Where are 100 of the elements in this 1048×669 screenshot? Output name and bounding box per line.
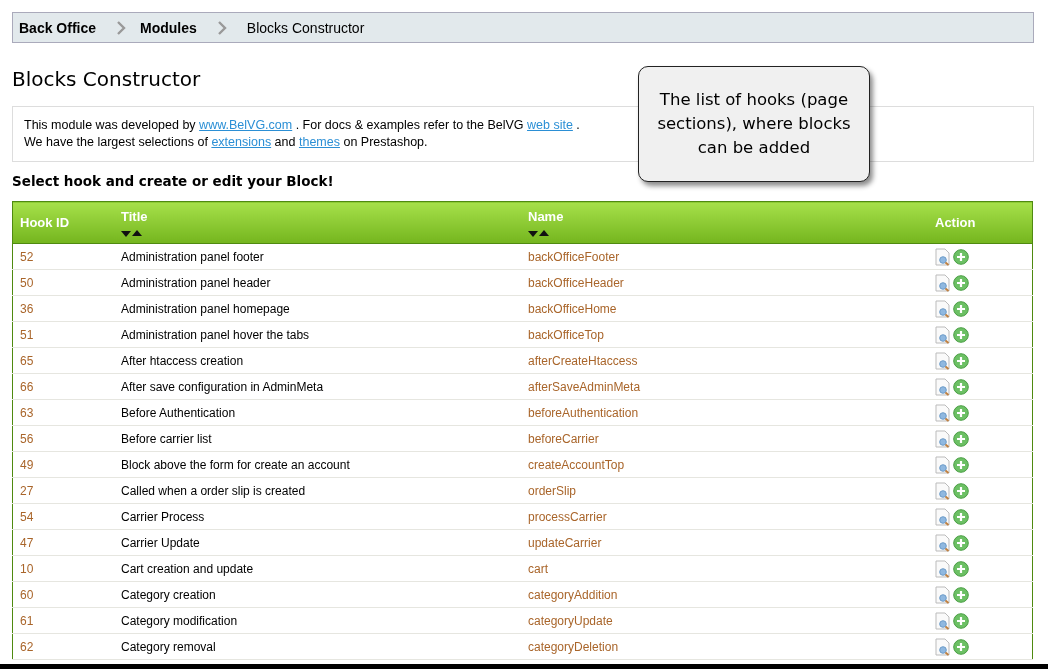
text-link[interactable]: themes — [298, 135, 340, 149]
view-button[interactable] — [935, 507, 951, 526]
add-button[interactable] — [953, 274, 969, 291]
view-button[interactable] — [935, 585, 951, 604]
view-button[interactable] — [935, 377, 951, 396]
table-cell: backOfficeHeader — [520, 269, 927, 296]
table-cell: 62 — [12, 633, 113, 660]
info-text: This module was developed by www.BelVG.com . For docs & examples refer to the BelVG web site . — [24, 117, 580, 134]
add-button[interactable] — [953, 300, 969, 317]
table-cell: cart — [520, 555, 927, 582]
table-cell: 60 — [12, 581, 113, 608]
table-cell: 49 — [12, 451, 113, 478]
plus-circle-icon — [953, 274, 969, 291]
view-button[interactable] — [935, 559, 951, 578]
add-button[interactable] — [953, 404, 969, 421]
table-cell: 54 — [12, 503, 113, 530]
chevron-icon — [216, 20, 227, 35]
plus-circle-icon — [953, 508, 969, 525]
plus-circle-icon — [953, 638, 969, 655]
add-button[interactable] — [953, 560, 969, 577]
document-magnifier-icon — [935, 585, 951, 604]
table-cell: categoryDeletion — [520, 633, 927, 660]
table-cell: orderSlip — [520, 477, 927, 504]
table-cell: Administration panel homepage — [113, 295, 520, 322]
breadcrumb-link[interactable]: Modules — [140, 19, 197, 36]
add-button[interactable] — [953, 352, 969, 369]
plus-circle-icon — [953, 248, 969, 265]
add-button[interactable] — [953, 534, 969, 551]
table-cell: 51 — [12, 321, 113, 348]
document-magnifier-icon — [935, 507, 951, 526]
sort-up-icon — [539, 229, 549, 237]
plus-circle-icon — [953, 534, 969, 551]
document-magnifier-icon — [935, 273, 951, 292]
table-cell: Block above the form for create an account — [113, 451, 520, 478]
view-button[interactable] — [935, 325, 951, 344]
table-cell: Cart creation and update — [113, 555, 520, 582]
chevron-icon — [116, 20, 127, 35]
table-cell: beforeAuthentication — [520, 399, 927, 426]
sort-up-icon — [132, 229, 142, 237]
add-button[interactable] — [953, 638, 969, 655]
add-button[interactable] — [953, 378, 969, 395]
view-button[interactable] — [935, 403, 951, 422]
table-cell: categoryUpdate — [520, 607, 927, 634]
table-cell: backOfficeFooter — [520, 243, 927, 270]
add-button[interactable] — [953, 482, 969, 499]
view-button[interactable] — [935, 611, 951, 630]
header-label: Name — [528, 208, 565, 224]
add-button[interactable] — [953, 456, 969, 473]
table-cell: processCarrier — [520, 503, 927, 530]
view-button[interactable] — [935, 299, 951, 318]
table-cell: Carrier Process — [113, 503, 520, 530]
plus-circle-icon — [953, 456, 969, 473]
add-button[interactable] — [953, 248, 969, 265]
view-button[interactable] — [935, 273, 951, 292]
table-cell: Before Authentication — [113, 399, 520, 426]
plus-circle-icon — [953, 560, 969, 577]
text-link[interactable]: www.BelVG.com — [199, 118, 293, 132]
document-magnifier-icon — [935, 325, 951, 344]
table-cell: 65 — [12, 347, 113, 374]
sort-down-icon — [121, 229, 131, 237]
text-link[interactable]: extensions — [211, 135, 272, 149]
plus-circle-icon — [953, 612, 969, 629]
header-label: Hook ID — [20, 215, 71, 230]
text-link[interactable]: web site — [527, 118, 573, 132]
add-button[interactable] — [953, 430, 969, 447]
view-button[interactable] — [935, 637, 951, 656]
table-cell: Administration panel header — [113, 269, 520, 296]
table-cell: After save configuration in AdminMeta — [113, 373, 520, 400]
breadcrumb-link[interactable]: Back Office — [19, 19, 97, 36]
document-magnifier-icon — [935, 299, 951, 318]
add-button[interactable] — [953, 326, 969, 343]
table-cell: 63 — [12, 399, 113, 426]
add-button[interactable] — [953, 586, 969, 603]
document-magnifier-icon — [935, 455, 951, 474]
document-magnifier-icon — [935, 377, 951, 396]
view-button[interactable] — [935, 481, 951, 500]
callout-note: The list of hooks (page sections), where blocks can be added — [638, 66, 870, 182]
view-button[interactable] — [935, 429, 951, 448]
table-cell: beforeCarrier — [520, 425, 927, 452]
view-button[interactable] — [935, 247, 951, 266]
view-button[interactable] — [935, 533, 951, 552]
table-cell: 50 — [12, 269, 113, 296]
view-button[interactable] — [935, 455, 951, 474]
table-cell: Called when a order slip is created — [113, 477, 520, 504]
plus-circle-icon — [953, 352, 969, 369]
table-cell: Before carrier list — [113, 425, 520, 452]
add-button[interactable] — [953, 508, 969, 525]
document-magnifier-icon — [935, 403, 951, 422]
document-magnifier-icon — [935, 481, 951, 500]
section-heading: Select hook and create or edit your Block! — [12, 173, 335, 189]
table-cell: 61 — [12, 607, 113, 634]
breadcrumb-current: Blocks Constructor — [246, 19, 365, 36]
table-cell: Administration panel hover the tabs — [113, 321, 520, 348]
table-cell: 36 — [12, 295, 113, 322]
view-button[interactable] — [935, 351, 951, 370]
add-button[interactable] — [953, 612, 969, 629]
header-label: Title — [121, 208, 149, 224]
table-cell: 27 — [12, 477, 113, 504]
document-magnifier-icon — [935, 429, 951, 448]
table-cell: Category modification — [113, 607, 520, 634]
